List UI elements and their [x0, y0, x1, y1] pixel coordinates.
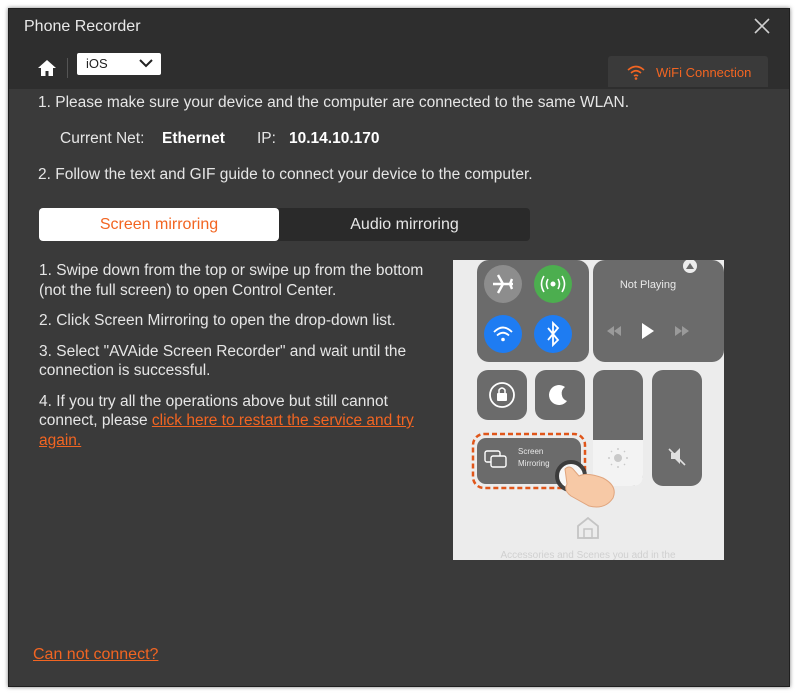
- mirroring-tabs: Screen mirroring Audio mirroring: [39, 208, 530, 241]
- screen-mirroring-label-2: Mirroring: [518, 459, 550, 468]
- phone-recorder-window: Phone Recorder iOS WiFi Connection 1. Pl…: [8, 8, 790, 687]
- wifi-toggle-icon: [484, 315, 522, 353]
- ip-label: IP:: [257, 130, 276, 147]
- not-playing-text: Not Playing: [620, 279, 676, 291]
- os-select-value: iOS: [86, 56, 108, 71]
- guide-gif: Not Playing Screen Mirroring Accessories…: [453, 260, 724, 560]
- os-select[interactable]: iOS: [77, 53, 161, 75]
- chevron-down-icon: [139, 59, 153, 68]
- step-item: 1. Swipe down from the top or swipe up f…: [39, 262, 424, 299]
- close-icon[interactable]: [753, 17, 771, 35]
- wifi-connection-tab[interactable]: WiFi Connection: [608, 56, 768, 87]
- airplane-icon: [484, 265, 522, 303]
- current-net-label: Current Net:: [60, 130, 145, 147]
- home-icon[interactable]: [37, 58, 57, 78]
- step-2-instruction: 2. Follow the text and GIF guide to conn…: [38, 166, 533, 183]
- step-item: 3. Select "AVAide Screen Recorder" and w…: [39, 342, 407, 380]
- current-net-value: Ethernet: [162, 130, 225, 147]
- tab-audio-mirroring[interactable]: Audio mirroring: [279, 208, 530, 241]
- accessories-text: Accessories and Scenes you add in the: [500, 550, 676, 560]
- mirroring-steps: 1. Swipe down from the top or swipe up f…: [39, 261, 429, 461]
- wifi-icon: [627, 65, 645, 80]
- step-1-instruction: 1. Please make sure your device and the …: [38, 94, 630, 111]
- wifi-tab-label: WiFi Connection: [656, 65, 752, 80]
- step-item: 2. Click Screen Mirroring to open the dr…: [39, 312, 396, 329]
- step-item: 4. If you try all the operations above b…: [39, 392, 429, 451]
- bluetooth-icon: [534, 315, 572, 353]
- tab-screen-mirroring[interactable]: Screen mirroring: [39, 208, 279, 241]
- title-bar: Phone Recorder: [9, 9, 789, 45]
- toolbar-divider: [67, 58, 68, 78]
- cellular-icon: [534, 265, 572, 303]
- window-title: Phone Recorder: [24, 18, 141, 35]
- cannot-connect-link[interactable]: Can not connect?: [33, 646, 158, 664]
- control-center-illustration: Not Playing Screen Mirroring Accessories…: [453, 260, 724, 560]
- screen-mirroring-label-1: Screen: [518, 447, 543, 456]
- ip-value: 10.14.10.170: [289, 130, 380, 147]
